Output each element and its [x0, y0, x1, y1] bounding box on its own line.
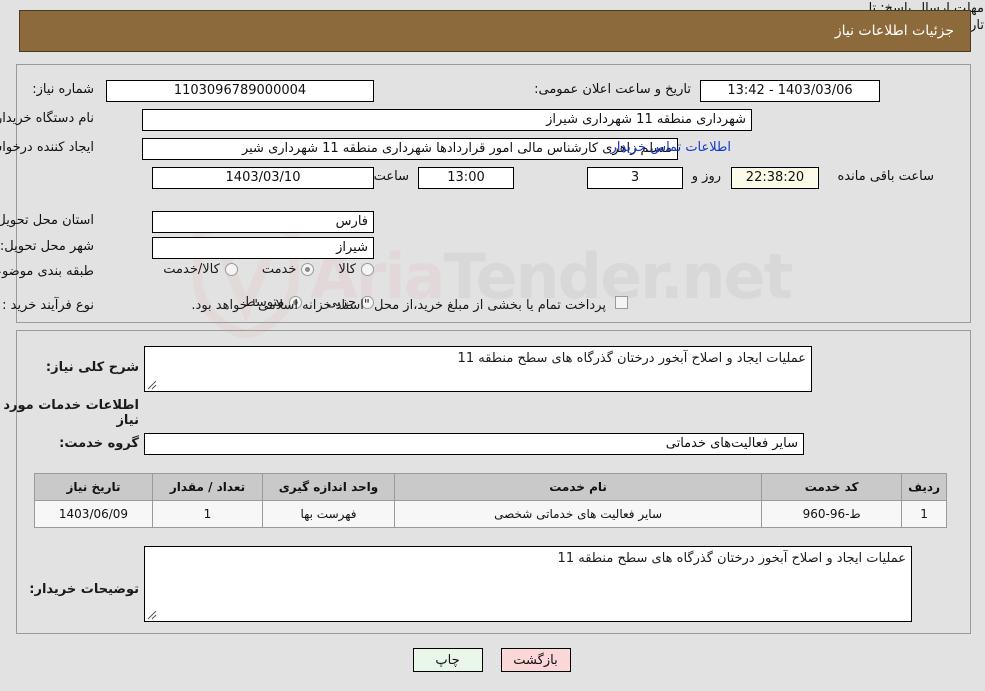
- city-label: شهر محل تحویل:: [0, 239, 95, 254]
- deadline-hour-label-row: ساعت: [375, 169, 410, 184]
- radio-label: کالا/خدمت: [164, 262, 221, 277]
- days-label: روز و: [692, 169, 722, 184]
- radio-option-khedmat[interactable]: خدمت: [263, 262, 316, 277]
- city-label-row: شهر محل تحویل:: [1, 239, 95, 254]
- remaining-label: ساعت باقی مانده: [838, 169, 935, 184]
- page-root: AriaTender.net جزئیات اطلاعات نیاز شماره…: [0, 0, 985, 691]
- process-type-label: نوع فرآیند خرید :: [3, 298, 95, 313]
- announce-datetime-label-row: تاریخ و ساعت اعلان عمومی:: [535, 82, 692, 97]
- resize-grip-icon: [148, 380, 158, 390]
- window-title-bar: جزئیات اطلاعات نیاز: [20, 10, 972, 52]
- print-button[interactable]: چاپ: [413, 648, 484, 672]
- radio-icon[interactable]: [225, 263, 239, 276]
- service-group-label: گروه خدمت:: [60, 436, 140, 451]
- province-label: استان محل تحویل:: [0, 213, 95, 228]
- creator-label-row: ایجاد کننده درخواست:: [0, 140, 95, 155]
- buyer-org-label: نام دستگاه خریدار:: [0, 111, 95, 126]
- deadline-hour-label: ساعت: [374, 169, 410, 184]
- need-number-label: شماره نیاز:: [33, 82, 95, 97]
- col-need-date: تاریخ نیاز: [35, 473, 154, 501]
- col-quantity: تعداد / مقدار: [153, 473, 264, 501]
- services-table: ردیف کد خدمت نام خدمت واحد اندازه گیری ت…: [35, 473, 948, 528]
- table-row: 1 ط-96-960 سایر فعالیت های خدماتی شخصی ف…: [35, 500, 948, 528]
- classification-label: طبقه بندی موضوعی:: [0, 264, 95, 279]
- col-row-number: ردیف: [902, 473, 948, 501]
- buyer-notes-label: توضیحات خریدار:: [30, 582, 140, 597]
- col-unit: واحد اندازه گیری: [263, 473, 396, 501]
- creator-label: ایجاد کننده درخواست:: [0, 140, 95, 155]
- general-desc-field[interactable]: عملیات ایجاد و اصلاح آبخور درختان گذرگاه…: [145, 346, 813, 392]
- resize-grip-icon: [148, 610, 158, 620]
- need-number-label-row: شماره نیاز:: [33, 82, 95, 97]
- cell-service-code: ط-96-960: [762, 500, 904, 528]
- buyer-notes-value: عملیات ایجاد و اصلاح آبخور درختان گذرگاه…: [558, 551, 907, 566]
- table-header-row: ردیف کد خدمت نام خدمت واحد اندازه گیری ت…: [35, 473, 948, 501]
- page-title: جزئیات اطلاعات نیاز: [835, 23, 955, 39]
- process-type-label-row: نوع فرآیند خرید :: [3, 298, 95, 313]
- buyer-org-label-row: نام دستگاه خریدار:: [0, 111, 95, 126]
- col-service-code: کد خدمت: [762, 473, 904, 501]
- classification-label-row: طبقه بندی موضوعی:: [0, 264, 95, 279]
- radio-icon-selected[interactable]: [302, 263, 316, 276]
- remaining-label-row: ساعت باقی مانده: [839, 169, 935, 184]
- announce-datetime-label: تاریخ و ساعت اعلان عمومی:: [535, 82, 692, 97]
- action-buttons: بازگشت چاپ: [0, 648, 985, 672]
- cell-need-date: 1403/06/09: [35, 500, 154, 528]
- cell-unit: فهرست بها: [263, 500, 396, 528]
- need-info-panel: [17, 64, 972, 323]
- cell-service-name: سایر فعالیت های خدماتی شخصی: [394, 500, 764, 528]
- cell-quantity: 1: [153, 500, 264, 528]
- radio-option-kala-khedmat[interactable]: کالا/خدمت: [164, 262, 239, 277]
- treasury-checkbox[interactable]: [616, 296, 629, 309]
- treasury-note-text: پرداخت تمام یا بخشی از مبلغ خرید،از محل …: [192, 298, 607, 313]
- province-label-row: استان محل تحویل:: [0, 213, 95, 228]
- cell-row-number: 1: [902, 500, 948, 528]
- radio-label: کالا: [339, 262, 357, 277]
- radio-icon[interactable]: [362, 263, 375, 276]
- radio-option-kala[interactable]: کالا: [339, 262, 375, 277]
- radio-label: خدمت: [262, 262, 298, 277]
- back-button[interactable]: بازگشت: [501, 648, 572, 672]
- general-desc-label: شرح کلی نیاز:: [46, 360, 140, 375]
- checkbox-icon[interactable]: [616, 296, 629, 309]
- classification-radio-group: کالا خدمت کالا/خدمت: [164, 262, 375, 277]
- days-label-row: روز و: [693, 169, 722, 184]
- buyer-notes-field[interactable]: عملیات ایجاد و اصلاح آبخور درختان گذرگاه…: [145, 546, 913, 622]
- services-section-heading: اطلاعات خدمات مورد نیاز: [4, 398, 140, 428]
- col-service-name: نام خدمت: [394, 473, 764, 501]
- general-desc-value: عملیات ایجاد و اصلاح آبخور درختان گذرگاه…: [458, 351, 807, 366]
